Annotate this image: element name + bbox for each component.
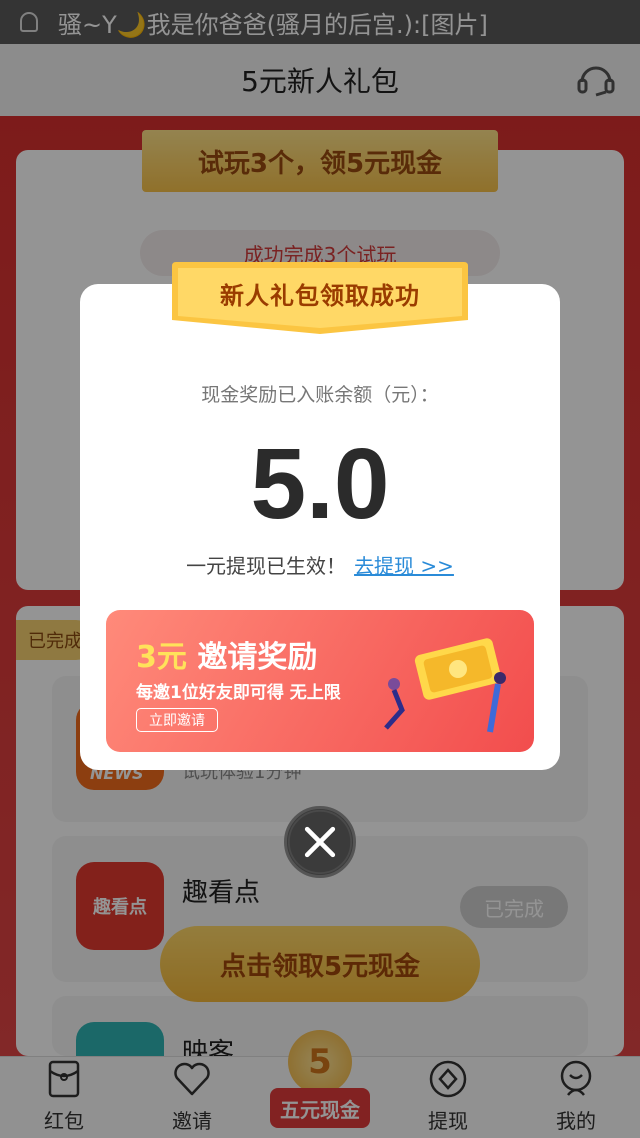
invite-title: 3元 邀请奖励 — [136, 632, 317, 676]
cash-illustration — [384, 638, 506, 733]
close-icon[interactable] — [284, 806, 356, 878]
go-withdraw-link[interactable]: 去提现 >> — [354, 554, 454, 578]
withdraw-row: 一元提现已生效！ 去提现 >> — [80, 550, 560, 579]
invite-subtitle: 每邀1位好友即可得 无上限 — [136, 683, 341, 703]
withdraw-notice: 一元提现已生效！ — [186, 554, 347, 578]
reward-subtitle: 现金奖励已入账余额（元）： — [201, 384, 439, 406]
invite-title-text: 邀请奖励 — [197, 640, 318, 675]
success-title: 新人礼包领取成功 — [220, 281, 420, 310]
reward-amount: 5.0 — [250, 428, 390, 540]
invite-reward-banner[interactable]: 3元 邀请奖励 每邀1位好友即可得 无上限 立即邀请 — [106, 610, 534, 752]
invite-amount: 3元 — [136, 640, 187, 675]
invite-now-button[interactable]: 立即邀请 — [136, 708, 218, 732]
reward-dialog: 现金奖励已入账余额（元）： 5.0 一元提现已生效！ 去提现 >> 3元 邀请奖励… — [80, 284, 560, 770]
success-ribbon: 新人礼包领取成功 — [172, 262, 468, 334]
